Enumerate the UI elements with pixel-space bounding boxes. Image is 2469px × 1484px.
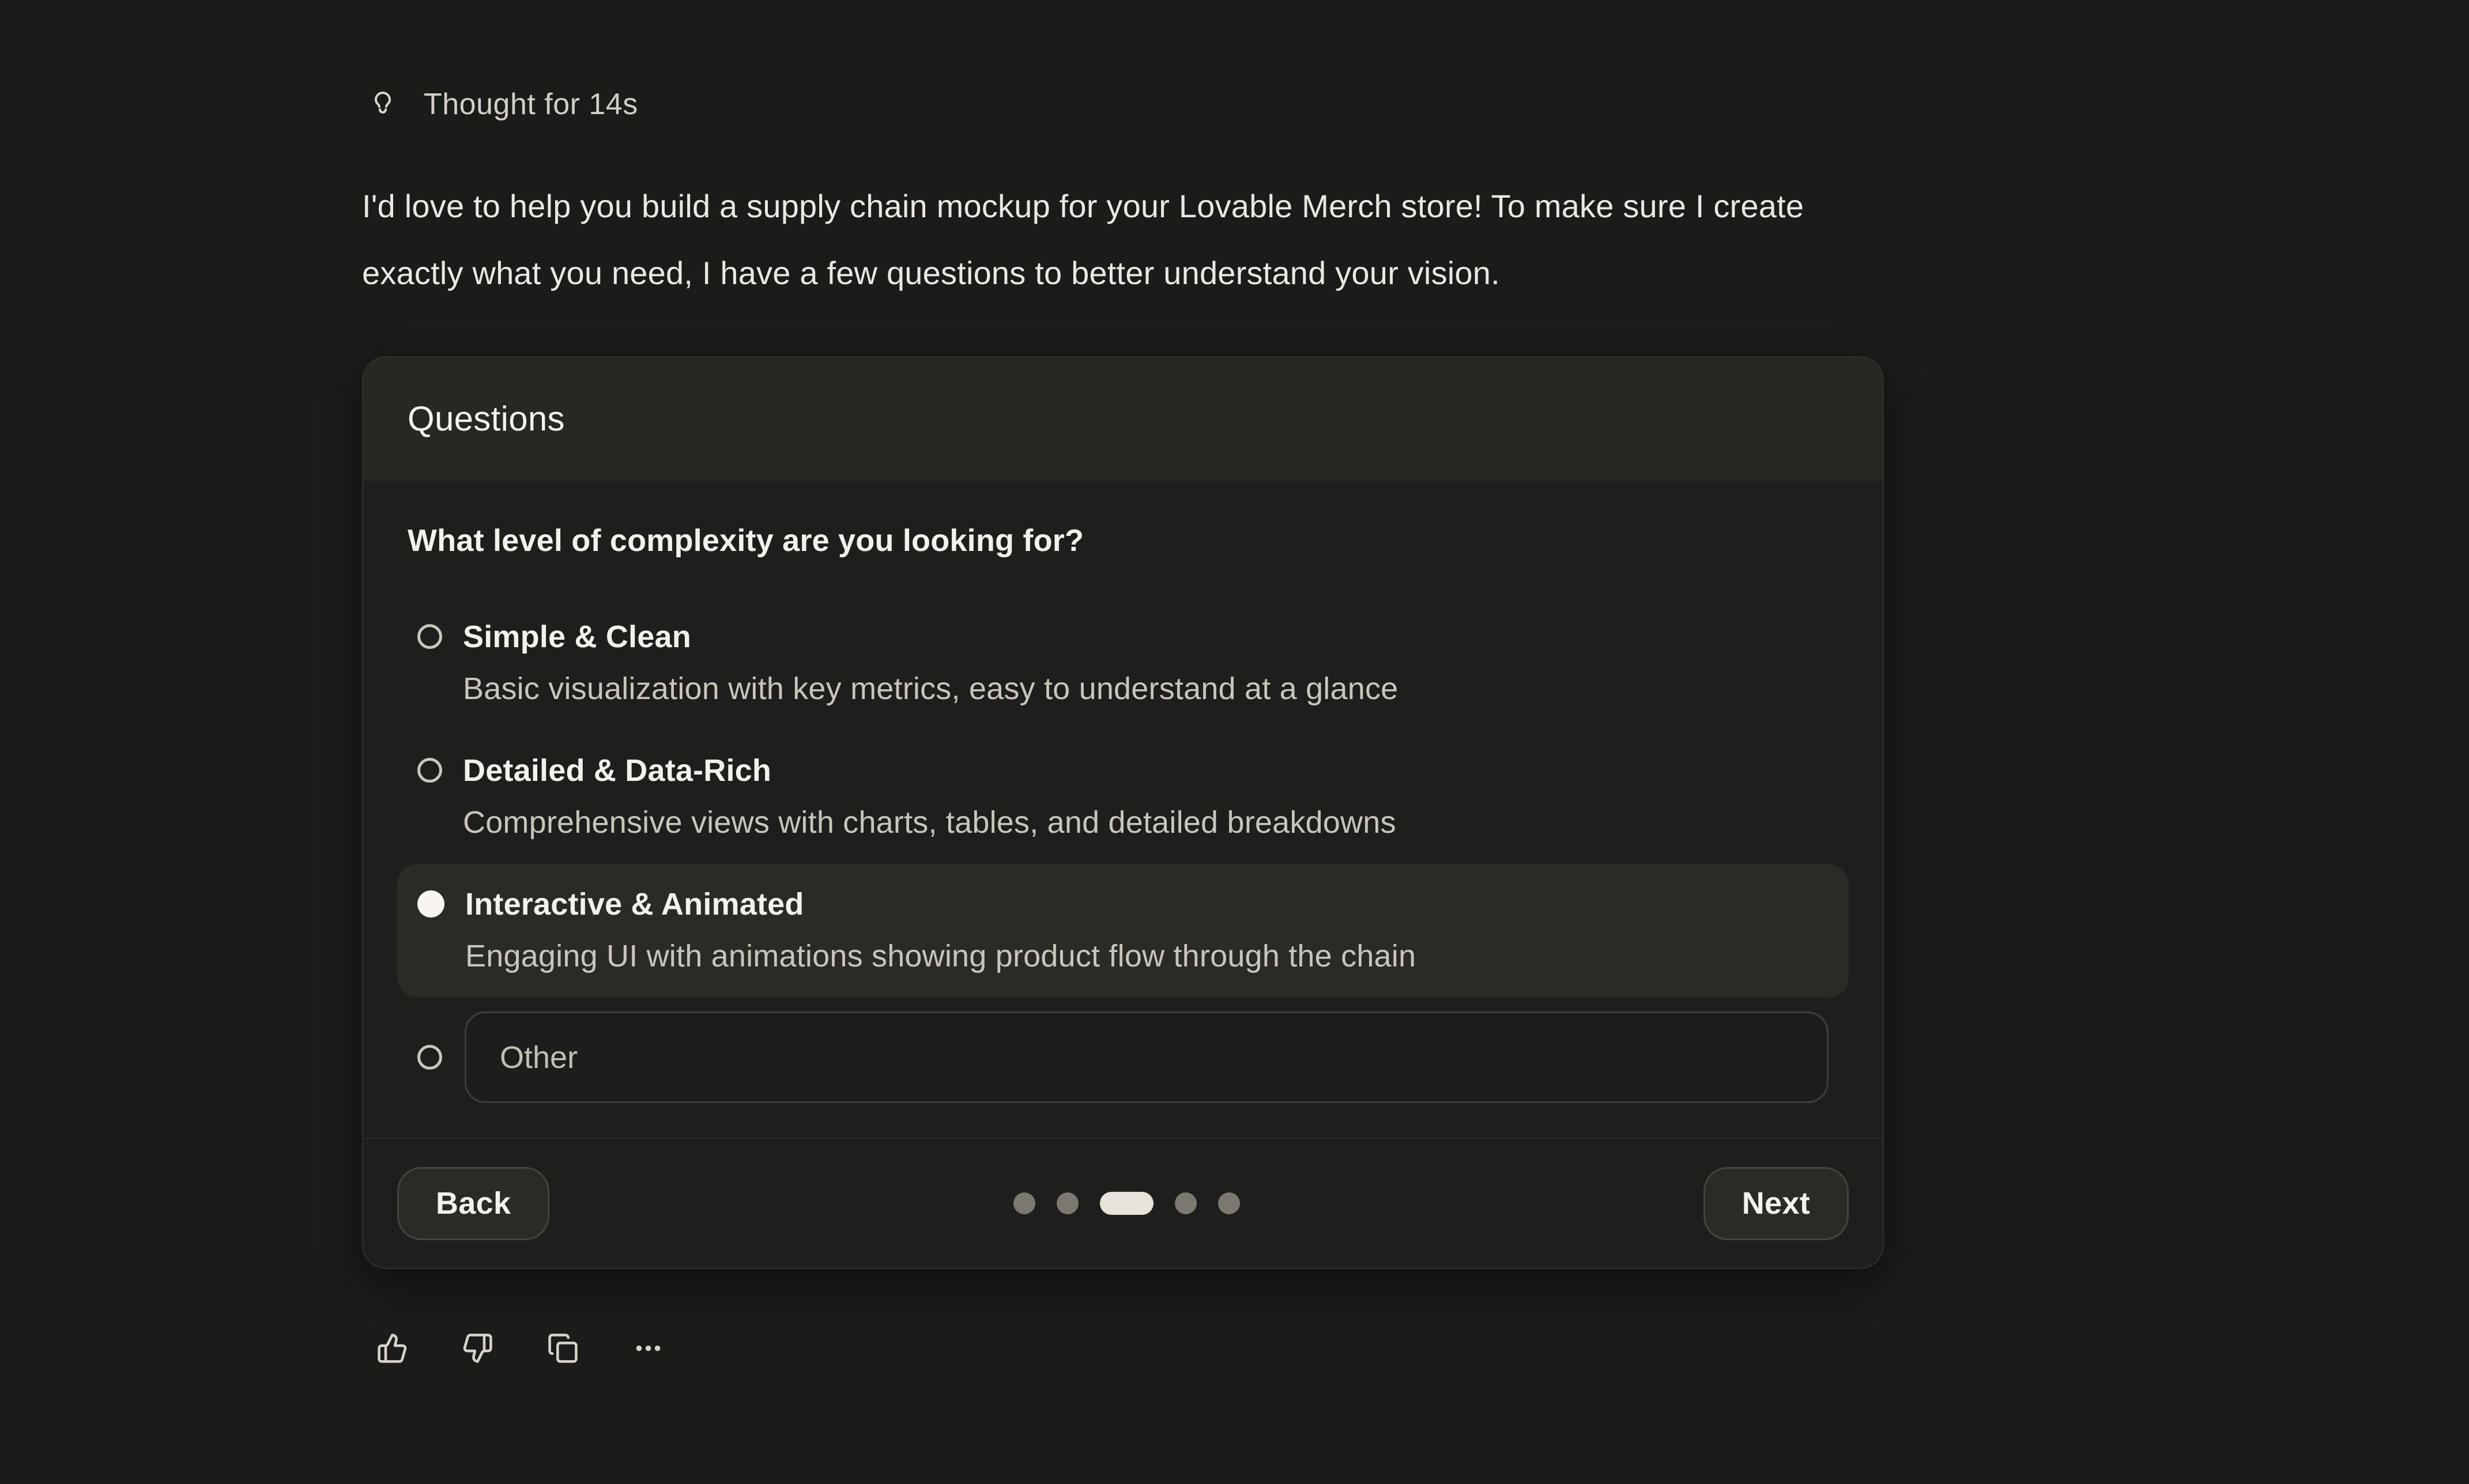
back-button[interactable]: Back [397,1167,549,1240]
copy-icon [547,1332,579,1364]
progress-dots [1013,1192,1240,1215]
card-title: Questions [408,399,565,439]
option-description: Basic visualization with key metrics, ea… [463,662,1398,715]
progress-dot [1057,1192,1079,1214]
radio-selected-icon[interactable] [417,890,444,917]
questions-card: Questions What level of complexity are y… [362,356,1884,1269]
progress-dot [1218,1192,1240,1214]
message-line: I'd love to help you build a supply chai… [362,173,2241,240]
message-line: exactly what you need, I have a few ques… [362,240,2241,307]
option-other[interactable] [397,998,1849,1115]
thumbs-down-button[interactable] [461,1332,493,1364]
chat-message-region: Thought for 14s I'd love to help you bui… [362,0,1884,1364]
card-body: What level of complexity are you looking… [363,481,1883,1138]
options-list: Simple & Clean Basic visualization with … [397,596,1849,1115]
more-options-button[interactable] [632,1332,664,1364]
option-title: Interactive & Animated [465,879,1416,930]
message-actions [376,1332,1884,1364]
option-title: Simple & Clean [463,611,1398,662]
option-simple-clean[interactable]: Simple & Clean Basic visualization with … [397,596,1849,730]
option-description: Engaging UI with animations showing prod… [465,930,1416,983]
thumbs-down-icon [462,1332,493,1364]
thought-toggle[interactable]: Thought for 14s [369,86,1884,122]
more-options-icon [632,1332,664,1364]
progress-dot [1013,1192,1035,1214]
next-button[interactable]: Next [1703,1167,1849,1240]
assistant-message: I'd love to help you build a supply chai… [362,173,2241,307]
option-interactive-animated[interactable]: Interactive & Animated Engaging UI with … [397,864,1849,998]
thought-label: Thought for 14s [424,87,638,122]
other-option-input[interactable] [465,1011,1829,1103]
option-detailed-data-rich[interactable]: Detailed & Data-Rich Comprehensive views… [397,730,1849,864]
question-text: What level of complexity are you looking… [408,523,1849,558]
radio-icon[interactable] [417,1045,442,1070]
thumbs-up-button[interactable] [376,1332,408,1364]
option-title: Detailed & Data-Rich [463,745,1396,796]
card-footer: Back Next [363,1138,1883,1268]
lightbulb-icon [369,90,397,118]
radio-icon[interactable] [417,624,442,649]
copy-button[interactable] [546,1332,579,1364]
progress-dot-active [1100,1192,1154,1215]
card-header: Questions [363,357,1883,481]
radio-icon[interactable] [417,758,442,783]
option-description: Comprehensive views with charts, tables,… [463,796,1396,849]
thumbs-up-icon [376,1332,408,1364]
progress-dot [1175,1192,1197,1214]
